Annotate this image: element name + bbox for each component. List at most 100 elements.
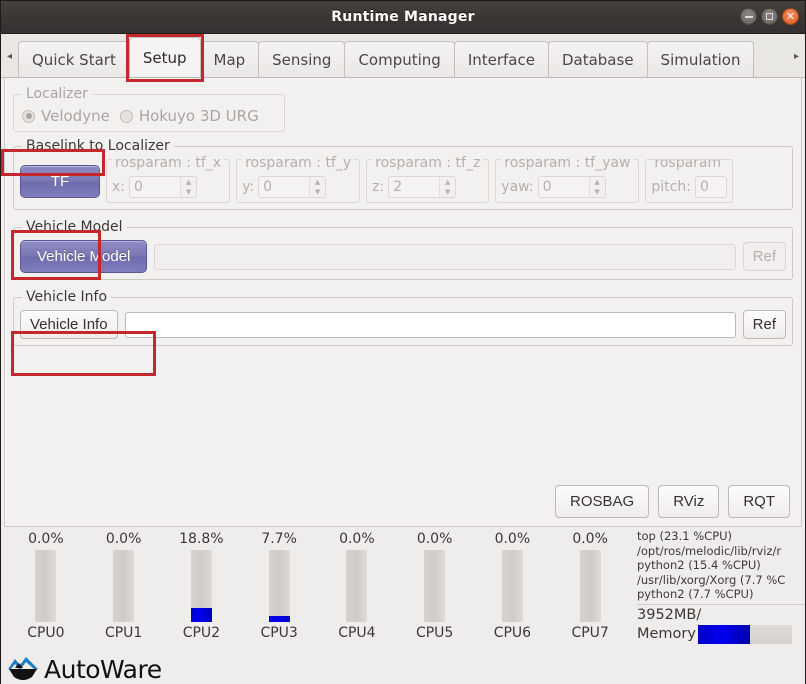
tf-pitch-label: pitch: xyxy=(651,179,691,195)
tab-simulation[interactable]: Simulation xyxy=(646,41,755,77)
memory-bar-fill xyxy=(697,624,750,644)
tf-x-label: x: xyxy=(112,179,126,195)
cpu-bar xyxy=(424,550,446,622)
rosparam-tf-yaw-group: rosparam : tf_yaw yaw: ▲ ▼ xyxy=(495,155,640,203)
cpu-bar xyxy=(579,550,601,622)
cpu-label: CPU6 xyxy=(493,625,532,641)
spin-down-icon[interactable]: ▼ xyxy=(181,187,196,197)
rosparam-tf-yaw-legend: rosparam : tf_yaw xyxy=(501,155,634,171)
tf-toggle-button[interactable]: TF xyxy=(20,164,100,198)
cpu-percent: 0.0% xyxy=(28,531,64,547)
tf-x-spinner[interactable]: ▲ ▼ xyxy=(129,176,198,198)
spin-up-icon[interactable]: ▲ xyxy=(310,177,325,187)
minimize-icon[interactable] xyxy=(740,8,757,25)
process-line: /opt/ros/melodic/lib/rviz/r xyxy=(637,543,782,558)
rosparam-tf-pitch-group: rosparam pitch: xyxy=(645,159,733,203)
tab-map[interactable]: Map xyxy=(199,41,260,77)
rosparam-tf-y-row: y: ▲ ▼ xyxy=(242,176,354,198)
process-line: top (23.1 %CPU) xyxy=(637,529,733,543)
tf-y-label: y: xyxy=(242,179,255,195)
tab-interface[interactable]: Interface xyxy=(453,41,549,77)
rosparam-tf-x-legend: rosparam : tf_x xyxy=(112,155,225,171)
tab-label: Computing xyxy=(358,50,441,69)
cpu-percent: 18.8% xyxy=(179,531,224,547)
cpu-meter: 0.0% CPU5 xyxy=(396,531,474,652)
cpu-meters: 0.0% CPU0 0.0% CPU1 18.8% CPU2 7.7% CPU3… xyxy=(1,527,635,652)
close-icon[interactable]: ✕ xyxy=(782,8,799,25)
tab-bar: ◂ Quick Start Setup Map Sensing Computin… xyxy=(1,34,805,82)
cpu-label: CPU7 xyxy=(571,625,609,641)
rosbag-button[interactable]: ROSBAG xyxy=(555,485,650,518)
cpu-meter: 0.0% CPU0 xyxy=(7,531,85,652)
tab-scroll-right-icon[interactable]: ▸ xyxy=(788,35,805,77)
spin-up-icon[interactable]: ▲ xyxy=(181,177,196,187)
spin-down-icon[interactable]: ▼ xyxy=(440,187,455,197)
rqt-button[interactable]: RQT xyxy=(728,485,790,518)
memory-label: Memory xyxy=(637,626,696,643)
spin-down-icon[interactable]: ▼ xyxy=(590,187,605,197)
vehicle-info-ref-button[interactable]: Ref xyxy=(742,310,786,339)
process-line: python2 (7.7 %CPU) xyxy=(637,587,754,602)
cpu-meter: 0.0% CPU1 xyxy=(85,531,163,652)
vehicle-model-path-input[interactable] xyxy=(154,243,736,270)
spin-up-icon[interactable]: ▲ xyxy=(440,177,455,187)
tf-pitch-spinner[interactable] xyxy=(694,176,727,198)
tab-database[interactable]: Database xyxy=(547,41,648,77)
tf-z-spinner[interactable]: ▲ ▼ xyxy=(388,176,457,198)
baselink-row: TF rosparam : tf_x x: ▲ ▼ xyxy=(20,155,786,203)
cpu-label: CPU4 xyxy=(338,625,376,641)
cpu-meter: 7.7% CPU3 xyxy=(240,531,318,652)
memory-row: Memory xyxy=(637,624,805,644)
tab-computing[interactable]: Computing xyxy=(344,41,455,77)
cpu-percent: 0.0% xyxy=(105,531,142,547)
process-line: /usr/lib/xorg/Xorg (7.7 %C xyxy=(637,572,786,587)
tf-z-input[interactable] xyxy=(389,177,440,197)
vehicle-info-path-input[interactable] xyxy=(124,311,736,338)
tf-yaw-arrows[interactable]: ▲ ▼ xyxy=(588,177,605,197)
vehicle-model-ref-button[interactable]: Ref xyxy=(742,242,786,271)
tab-setup[interactable]: Setup xyxy=(125,34,204,82)
cpu-percent: 0.0% xyxy=(416,531,453,547)
cpu-bar xyxy=(35,550,57,622)
radio-velodyne[interactable]: Velodyne xyxy=(22,107,110,125)
radio-label: Velodyne xyxy=(41,107,110,125)
radio-label: Hokuyo 3D URG xyxy=(138,107,259,125)
window-controls: ✕ xyxy=(740,8,799,25)
maximize-icon[interactable] xyxy=(761,8,778,25)
rosparam-tf-x-row: x: ▲ ▼ xyxy=(112,176,224,198)
tf-y-spinner[interactable]: ▲ ▼ xyxy=(258,176,327,198)
tab-quick-start[interactable]: Quick Start xyxy=(18,41,130,77)
rosparam-tf-z-row: z: ▲ ▼ xyxy=(372,176,483,198)
process-line: python2 (15.4 %CPU) xyxy=(637,558,761,573)
tab-scroll-left-icon[interactable]: ◂ xyxy=(1,35,18,77)
tf-x-input[interactable] xyxy=(130,177,181,197)
spin-down-icon[interactable]: ▼ xyxy=(310,187,325,197)
tf-y-input[interactable] xyxy=(259,177,310,197)
tab-label: Quick Start xyxy=(32,50,116,69)
cpu-percent: 7.7% xyxy=(261,531,297,547)
vehicle-info-button[interactable]: Vehicle Info xyxy=(20,310,118,339)
tab-sensing[interactable]: Sensing xyxy=(258,41,346,77)
vehicle-model-toggle-button[interactable]: Vehicle Model xyxy=(20,240,148,273)
tf-y-arrows[interactable]: ▲ ▼ xyxy=(309,177,326,197)
tf-x-arrows[interactable]: ▲ ▼ xyxy=(180,177,197,197)
spin-up-icon[interactable]: ▲ xyxy=(590,177,605,187)
rviz-button[interactable]: RViz xyxy=(658,485,720,518)
tf-z-arrows[interactable]: ▲ ▼ xyxy=(439,177,456,197)
vehicle-info-row: Vehicle Info Ref xyxy=(20,308,786,339)
vehicle-model-legend: Vehicle Model xyxy=(26,219,123,235)
divider xyxy=(637,603,805,605)
tf-pitch-input[interactable] xyxy=(695,177,726,197)
autoware-logo: AutoWare xyxy=(6,655,162,684)
tf-z-label: z: xyxy=(372,179,385,195)
radio-icon xyxy=(119,109,133,123)
rosparam-tf-pitch-row: pitch: xyxy=(651,176,727,198)
tf-yaw-spinner[interactable]: ▲ ▼ xyxy=(537,176,606,198)
cpu-percent: 0.0% xyxy=(494,531,531,547)
rosparam-tf-pitch-legend: rosparam xyxy=(651,160,725,171)
radio-hokuyo-3d-urg[interactable]: Hokuyo 3D URG xyxy=(119,107,259,125)
tf-yaw-label: yaw: xyxy=(501,179,534,195)
tf-yaw-input[interactable] xyxy=(538,177,589,197)
cpu-meter: 0.0% CPU6 xyxy=(474,531,552,652)
cpu-meter: 0.0% CPU7 xyxy=(551,531,629,652)
